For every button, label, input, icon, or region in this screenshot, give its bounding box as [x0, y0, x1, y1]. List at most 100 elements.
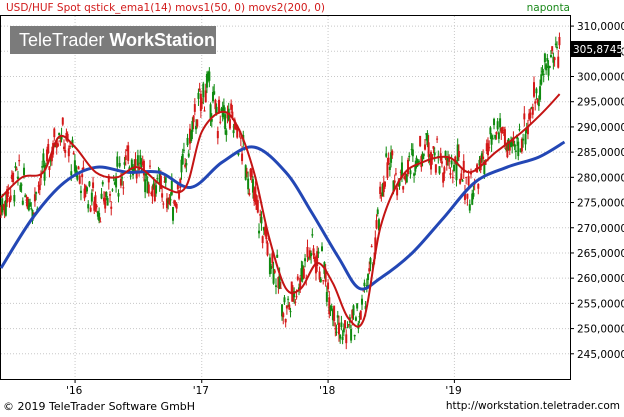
candle-body — [375, 220, 378, 229]
candle-body — [537, 102, 540, 107]
candle-body — [35, 192, 38, 194]
y-tick-label: 290,0000 — [577, 122, 624, 134]
candle-body — [360, 298, 363, 305]
candle-body — [335, 331, 338, 333]
candle-body — [70, 171, 73, 176]
price-chart[interactable]: 245,0000 250,0000 255,0000 260,0000 265,0000… — [0, 0, 624, 417]
y-axis: 245,0000 250,0000 255,0000 260,0000 265,0000… — [570, 21, 624, 361]
candle-body — [161, 193, 164, 198]
candle-body — [450, 160, 453, 165]
candle-body — [367, 274, 370, 281]
candle-body — [117, 193, 120, 197]
candle-body — [419, 135, 422, 147]
candle-body — [156, 178, 159, 180]
candle-body — [409, 170, 412, 175]
candle-body — [411, 149, 414, 157]
candle-body — [342, 328, 345, 333]
candle-body — [497, 132, 500, 139]
candle-body — [20, 184, 23, 186]
candle-body — [279, 287, 282, 289]
candle-body — [202, 83, 205, 98]
candle-body — [224, 114, 227, 129]
candle-body — [110, 206, 113, 209]
candle-body — [306, 246, 309, 258]
y-tick-label: 280,0000 — [577, 172, 624, 184]
candle-body — [81, 174, 84, 178]
candle-body — [127, 145, 130, 161]
candle-body — [288, 304, 291, 310]
candle-body — [344, 320, 347, 329]
candle-body — [440, 161, 443, 164]
candle-body — [433, 152, 436, 156]
candle-body — [327, 282, 330, 290]
candle-body — [461, 180, 464, 182]
candle-body — [142, 160, 145, 176]
candle-body — [376, 209, 379, 214]
candle-body — [111, 189, 114, 191]
candle-body — [465, 177, 468, 179]
candle-body — [155, 185, 158, 194]
candle-body — [386, 162, 389, 178]
y-tick-label: 270,0000 — [577, 223, 624, 235]
candle-body — [503, 129, 506, 146]
candle-body — [522, 138, 525, 141]
candle-body — [479, 158, 482, 171]
candle-body — [296, 276, 299, 280]
website-link[interactable]: http://workstation.teletrader.com — [446, 400, 620, 412]
candle-body — [201, 101, 204, 104]
candle-body — [86, 187, 89, 192]
candle-body — [302, 268, 305, 279]
candle-body — [215, 106, 218, 113]
candle-body — [239, 137, 242, 139]
candle-body — [24, 195, 27, 198]
candle-body — [486, 143, 489, 156]
candle-body — [30, 208, 33, 210]
y-tick-label: 260,0000 — [577, 273, 624, 285]
candle-body — [295, 296, 298, 298]
candle-body — [540, 74, 543, 85]
candle-body — [228, 119, 231, 129]
candle-body — [33, 194, 36, 202]
candle-body — [123, 162, 126, 165]
candle-body — [64, 150, 67, 153]
candle-body — [18, 160, 21, 162]
candle-body — [491, 138, 494, 140]
candle-body — [182, 149, 185, 151]
candle-body — [413, 173, 416, 176]
candle-body — [442, 172, 445, 183]
candle-body — [325, 291, 328, 302]
copyright-text: © 2019 TeleTrader Software GmbH — [3, 400, 196, 413]
candle-body — [62, 146, 65, 150]
candle-body — [218, 99, 221, 113]
candle-body — [196, 119, 199, 127]
candle-body — [38, 184, 41, 191]
candle-body — [379, 186, 382, 195]
candle-body — [101, 182, 104, 185]
candle-body — [472, 192, 475, 197]
candle-body — [531, 107, 534, 115]
candle-body — [423, 144, 426, 150]
candle-body — [77, 166, 80, 170]
candle-body — [385, 153, 388, 157]
candle-body — [106, 197, 109, 206]
y-tick-label: 285,0000 — [577, 147, 624, 159]
x-tick-label: '18 — [319, 385, 335, 397]
ema-line — [0, 93, 561, 328]
candle-body — [15, 168, 18, 170]
y-tick-label: 310,0000 — [577, 21, 624, 33]
candle-body — [318, 271, 321, 280]
candle-body — [460, 173, 463, 180]
candle-body — [340, 322, 343, 328]
candle-body — [23, 167, 26, 176]
candle-body — [468, 204, 471, 211]
candle-body — [122, 187, 125, 189]
candle-body — [191, 120, 194, 132]
candle-body — [283, 297, 286, 303]
x-axis: '16 '17 '18 '19 — [66, 379, 462, 397]
candle-body — [466, 193, 469, 199]
candle-body — [261, 236, 264, 244]
candle-body — [41, 166, 44, 168]
y-tick-label: 275,0000 — [577, 198, 624, 210]
candle-body — [549, 54, 552, 58]
y-tick-label: 250,0000 — [577, 324, 624, 336]
